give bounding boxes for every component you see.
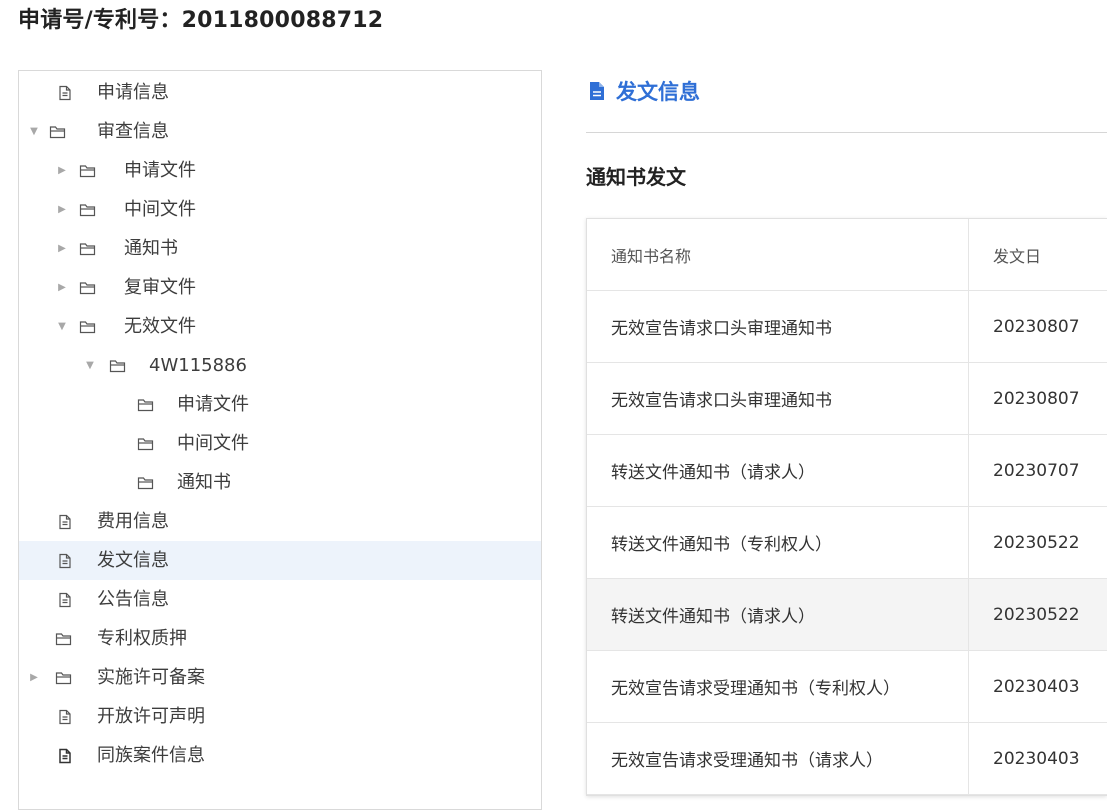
tree-item-label: 通知书 xyxy=(177,472,231,493)
tree-item-label: 费用信息 xyxy=(97,511,169,532)
tree-item-reexamination-files[interactable]: ▶ 复审文件 xyxy=(19,268,541,307)
content-panel: 发文信息 通知书发文 通知书名称 发文日 无效宣告请求口头审理通知书 20230… xyxy=(586,70,1107,810)
caret-down-icon[interactable]: ▼ xyxy=(83,360,97,371)
caret-right-icon[interactable]: ▶ xyxy=(55,165,69,176)
tree-item-label: 申请文件 xyxy=(177,394,249,415)
tree-item-announcement-info[interactable]: 公告信息 xyxy=(19,580,541,619)
tree-item-label: 开放许可声明 xyxy=(97,706,205,727)
caret-right-icon[interactable]: ▶ xyxy=(55,243,69,254)
folder-icon xyxy=(79,319,96,335)
dispatch-date-cell: 20230807 xyxy=(993,388,1080,409)
tree-item-label: 公告信息 xyxy=(97,589,169,610)
tree-item-label: 通知书 xyxy=(124,238,178,259)
tree-item-case-intermediate-files[interactable]: 中间文件 xyxy=(19,424,541,463)
folder-icon xyxy=(79,163,96,179)
notice-name-cell[interactable]: 转送文件通知书（专利权人） xyxy=(587,507,969,578)
folder-icon xyxy=(49,124,66,140)
tree-item-case-application-files[interactable]: 申请文件 xyxy=(19,385,541,424)
divider xyxy=(586,132,1107,133)
tree-item-application-files[interactable]: ▶ 申请文件 xyxy=(19,151,541,190)
tree-item-label: 专利权质押 xyxy=(97,628,187,649)
document-icon xyxy=(57,553,73,569)
column-header-notice-name[interactable]: 通知书名称 xyxy=(587,219,969,290)
tree-item-dispatch-info[interactable]: 发文信息 xyxy=(19,541,541,580)
tree-item-case-notices[interactable]: 通知书 xyxy=(19,463,541,502)
notice-name-cell[interactable]: 无效宣告请求受理通知书（请求人） xyxy=(587,723,969,794)
tree-item-family-cases[interactable]: 同族案件信息 xyxy=(19,736,541,775)
folder-icon xyxy=(79,241,96,257)
tree-item-notices[interactable]: ▶ 通知书 xyxy=(19,229,541,268)
notice-table: 通知书名称 发文日 无效宣告请求口头审理通知书 20230807 无效宣告请求口… xyxy=(586,218,1107,796)
section-title: 发文信息 xyxy=(588,72,700,110)
notice-name-cell[interactable]: 无效宣告请求口头审理通知书 xyxy=(587,363,969,434)
document-icon xyxy=(57,85,73,101)
caret-right-icon[interactable]: ▶ xyxy=(27,672,41,683)
dispatch-date-cell: 20230522 xyxy=(993,532,1080,553)
folder-icon xyxy=(137,436,154,452)
folder-icon xyxy=(109,358,126,374)
document-filled-icon xyxy=(588,81,606,101)
section-title-text: 发文信息 xyxy=(616,80,700,104)
table-row-hovered[interactable]: 转送文件通知书（请求人） 20230522 xyxy=(587,579,1107,651)
dispatch-date-cell: 20230403 xyxy=(993,676,1080,697)
tree-item-application-info[interactable]: 申请信息 xyxy=(19,73,541,112)
caret-down-icon[interactable]: ▼ xyxy=(55,321,69,332)
folder-icon xyxy=(55,631,72,647)
table-row[interactable]: 转送文件通知书（请求人） 20230707 xyxy=(587,435,1107,507)
tree-item-label: 无效文件 xyxy=(124,316,196,337)
notice-name-cell[interactable]: 无效宣告请求受理通知书（专利权人） xyxy=(587,651,969,722)
caret-right-icon[interactable]: ▶ xyxy=(55,282,69,293)
document-icon xyxy=(57,514,73,530)
tree-item-label: 申请信息 xyxy=(97,82,169,103)
table-row[interactable]: 无效宣告请求口头审理通知书 20230807 xyxy=(587,291,1107,363)
dispatch-date-cell: 20230522 xyxy=(993,604,1080,625)
tree-item-license-filing[interactable]: ▶ 实施许可备案 xyxy=(19,658,541,697)
tree-item-patent-pledge[interactable]: 专利权质押 xyxy=(19,619,541,658)
table-row[interactable]: 转送文件通知书（专利权人） 20230522 xyxy=(587,507,1107,579)
notice-name-cell[interactable]: 转送文件通知书（请求人） xyxy=(587,435,969,506)
caret-down-icon[interactable]: ▼ xyxy=(27,126,41,137)
tree-item-case-4w115886[interactable]: ▼ 4W115886 xyxy=(19,346,541,385)
folder-icon xyxy=(79,280,96,296)
dispatch-date-cell: 20230403 xyxy=(993,748,1080,769)
tree-item-examination-info[interactable]: ▼ 审查信息 xyxy=(19,112,541,151)
tree-item-label: 复审文件 xyxy=(124,277,196,298)
tree-item-label: 审查信息 xyxy=(97,121,169,142)
folder-icon xyxy=(79,202,96,218)
folder-icon xyxy=(137,475,154,491)
caret-right-icon[interactable]: ▶ xyxy=(55,204,69,215)
tree-item-invalidation-files[interactable]: ▼ 无效文件 xyxy=(19,307,541,346)
document-icon xyxy=(57,709,73,725)
table-row[interactable]: 无效宣告请求口头审理通知书 20230807 xyxy=(587,363,1107,435)
document-icon xyxy=(57,592,73,608)
tree-item-label: 中间文件 xyxy=(124,199,196,220)
tree-item-label: 发文信息 xyxy=(97,550,169,571)
folder-icon xyxy=(137,397,154,413)
column-header-dispatch-date[interactable]: 发文日 xyxy=(969,219,1106,290)
dispatch-date-cell: 20230807 xyxy=(993,316,1080,337)
folder-icon xyxy=(55,670,72,686)
tree-item-label: 4W115886 xyxy=(149,355,247,376)
tree-item-label: 同族案件信息 xyxy=(97,745,205,766)
tree-item-label: 中间文件 xyxy=(177,433,249,454)
tree-item-open-license[interactable]: 开放许可声明 xyxy=(19,697,541,736)
notice-name-cell[interactable]: 转送文件通知书（请求人） xyxy=(587,579,969,650)
table-row[interactable]: 无效宣告请求受理通知书（专利权人） 20230403 xyxy=(587,651,1107,723)
tree-item-fee-info[interactable]: 费用信息 xyxy=(19,502,541,541)
page-title: 申请号/专利号：2011800088712 xyxy=(18,8,384,33)
tree-item-label: 申请文件 xyxy=(124,160,196,181)
dispatch-date-cell: 20230707 xyxy=(993,460,1080,481)
navigation-tree: 申请信息 ▼ 审查信息 ▶ 申请文件 ▶ 中间文件 ▶ 通知书 ▶ 复审文件 ▼… xyxy=(18,70,542,810)
tree-item-intermediate-files[interactable]: ▶ 中间文件 xyxy=(19,190,541,229)
subsection-title: 通知书发文 xyxy=(586,165,686,189)
document-icon xyxy=(57,748,73,764)
notice-name-cell[interactable]: 无效宣告请求口头审理通知书 xyxy=(587,291,969,362)
table-header-row: 通知书名称 发文日 xyxy=(587,219,1107,291)
table-row[interactable]: 无效宣告请求受理通知书（请求人） 20230403 xyxy=(587,723,1107,795)
tree-item-label: 实施许可备案 xyxy=(97,667,205,688)
